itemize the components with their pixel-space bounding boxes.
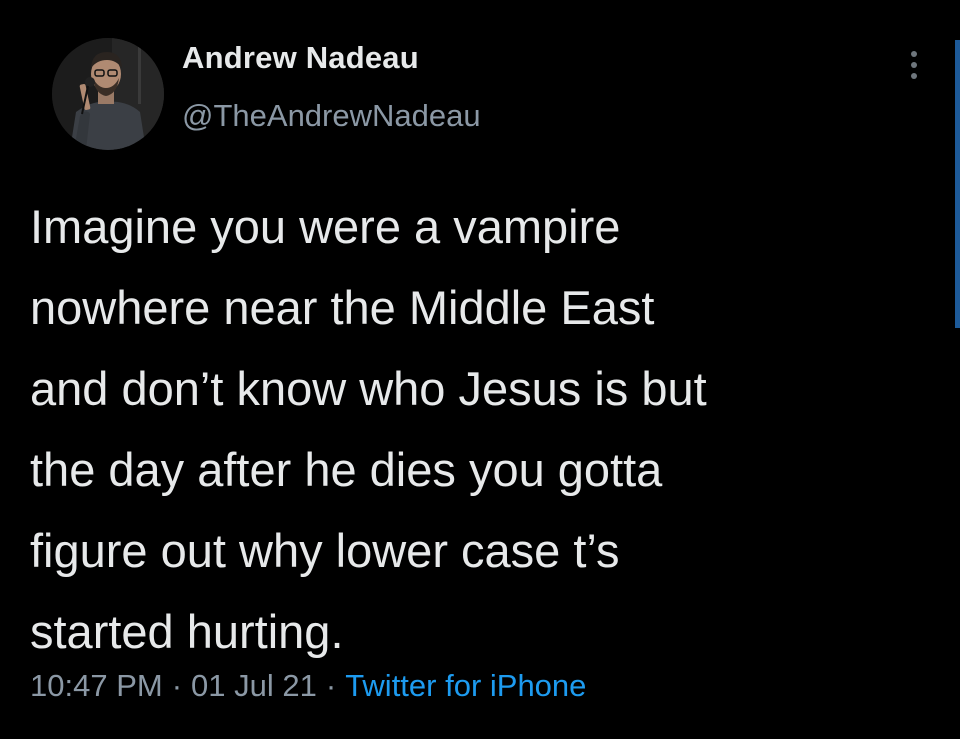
tweet-text-line: the day after he dies you gotta (30, 443, 663, 496)
tweet-text: Imagine you were a vampire nowhere near … (30, 186, 940, 672)
tweet-text-line: and don’t know who Jesus is but (30, 362, 707, 415)
tweet-text-line: nowhere near the Middle East (30, 281, 655, 334)
avatar-photo-icon (52, 38, 164, 150)
meta-separator: · (325, 668, 337, 703)
tweet-text-line: Imagine you were a vampire (30, 200, 621, 253)
tweet-text-line: figure out why lower case t’s (30, 524, 620, 577)
tweet-card: Andrew Nadeau @TheAndrewNadeau Imagine y… (0, 0, 960, 739)
author-display-name[interactable]: Andrew Nadeau (182, 40, 419, 76)
tweet-date[interactable]: 01 Jul 21 (191, 668, 317, 703)
tweet-source-link[interactable]: Twitter for iPhone (345, 668, 586, 703)
more-dot (911, 62, 917, 68)
author-avatar[interactable] (52, 38, 164, 150)
more-dot (911, 51, 917, 57)
scroll-indicator[interactable] (955, 40, 960, 328)
more-dot (911, 73, 917, 79)
tweet-time[interactable]: 10:47 PM (30, 668, 163, 703)
author-handle[interactable]: @TheAndrewNadeau (182, 98, 481, 134)
tweet-text-line: started hurting. (30, 605, 344, 658)
more-vertical-icon[interactable] (896, 40, 932, 90)
tweet-metadata: 10:47 PM · 01 Jul 21 · Twitter for iPhone (30, 668, 586, 704)
meta-separator: · (171, 668, 183, 703)
